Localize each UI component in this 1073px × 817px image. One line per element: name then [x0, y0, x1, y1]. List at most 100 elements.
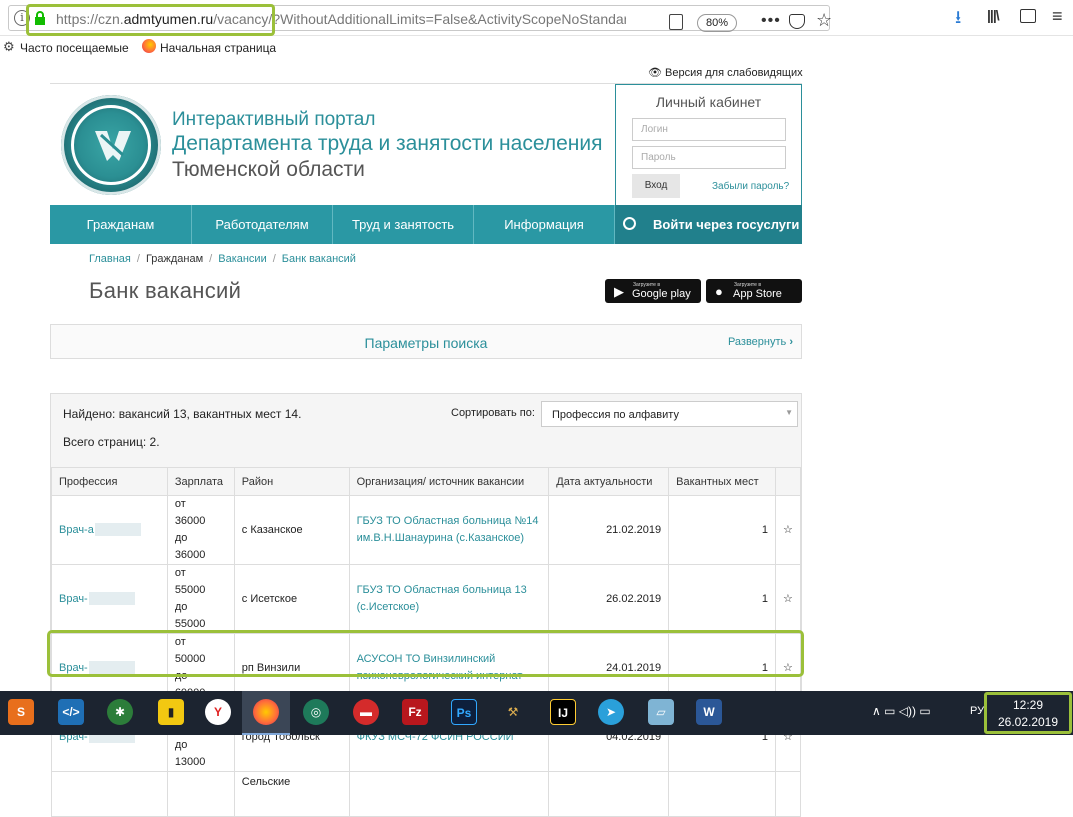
app-icon[interactable]: ▱ [648, 699, 674, 725]
personal-cabinet: Личный кабинет Логин Пароль Вход Забыли … [615, 84, 802, 206]
app-icon[interactable]: ✱ [107, 699, 133, 725]
forgot-password-link[interactable]: Забыли пароль? [712, 181, 789, 192]
google-play-button[interactable]: ▶ Загрузите в Google play [605, 279, 701, 303]
app-store-button[interactable]: ● Загрузите в App Store [706, 279, 802, 303]
vscode-icon[interactable]: </> [58, 699, 84, 725]
search-params-label: Параметры поиска [364, 335, 488, 351]
district-cell: с Казанское [233, 495, 350, 565]
col-places[interactable]: Вакантных мест [668, 467, 776, 496]
library-icon[interactable]: |||\ [987, 7, 1000, 23]
col-organization[interactable]: Организация/ источник вакансии [348, 467, 550, 496]
table-row: Врач- от55000 до55000 с Исетское ГБУЗ ТО … [51, 564, 802, 634]
chevron-down-icon: ▼ [785, 408, 793, 417]
firefox-icon [142, 39, 156, 53]
gosuslugi-icon [623, 217, 636, 230]
expand-link[interactable]: Развернуть › [728, 336, 793, 348]
breadcrumb: Главная / Гражданам / Вакансии / Банк вакансий [89, 253, 356, 265]
apple-icon: ● [715, 284, 723, 299]
nav-employers[interactable]: Работодателям [192, 205, 333, 244]
chevron-right-icon: › [789, 336, 793, 348]
zoom-level[interactable]: 80% [697, 14, 737, 32]
word-icon[interactable]: W [696, 699, 722, 725]
pocket-icon[interactable] [789, 14, 805, 29]
favorite-star-icon[interactable]: ☆ [774, 564, 802, 634]
clock-date: 26.02.2019 [997, 715, 1059, 729]
salary-cell: от36000 до36000 [166, 495, 235, 565]
portal-title-line2: Департамента труда и занятости населения [172, 132, 603, 155]
row-highlight-annotation [47, 630, 804, 677]
col-favorite [774, 467, 802, 496]
places-cell: 1 [668, 495, 776, 565]
district-cell: Сельские [233, 771, 350, 817]
logo-mark-icon [95, 131, 131, 161]
sidebar-icon[interactable] [1020, 9, 1036, 23]
page-title: Банк вакансий [89, 278, 242, 303]
pages-count: Всего страниц: 2. [63, 435, 160, 449]
col-date[interactable]: Дата актуальности [548, 467, 670, 496]
yandex-icon[interactable]: Y [205, 699, 231, 725]
url-highlight-annotation [26, 4, 275, 36]
gosuslugi-login-button[interactable]: Войти через госуслуги [615, 205, 802, 244]
sort-select[interactable]: Профессия по алфавиту ▼ [541, 401, 798, 427]
bookmark-star-icon[interactable]: ☆ [816, 10, 832, 31]
places-cell: 1 [668, 564, 776, 634]
chat-icon[interactable]: ▬ [353, 699, 379, 725]
gosuslugi-label: Войти через госуслуги [653, 217, 800, 232]
password-field[interactable]: Пароль [632, 146, 786, 169]
system-tray-icons[interactable]: ∧ ▭ ◁)) ▭ [872, 704, 931, 718]
search-params-panel[interactable]: Параметры поиска Развернуть › [50, 324, 802, 359]
browser-toolbar: i https://czn.admtyumen.ru/vacancy/?With… [0, 0, 1073, 36]
more-actions-icon[interactable]: ••• [761, 12, 781, 30]
telegram-icon[interactable]: ➤ [598, 699, 624, 725]
nav-info[interactable]: Информация [474, 205, 615, 244]
profession-link[interactable]: Врач-а [59, 523, 141, 537]
firefox-taskbar-icon[interactable] [253, 699, 279, 725]
photoshop-icon[interactable]: Ps [451, 699, 477, 725]
gear-icon: ⚙ [3, 39, 15, 54]
organization-link[interactable]: ГБУЗ ТО Областная больница 13 (с.Исетско… [357, 584, 527, 613]
clock-time: 12:29 [1012, 698, 1044, 712]
intellij-icon[interactable]: IJ [550, 699, 576, 725]
col-profession[interactable]: Профессия [51, 467, 168, 496]
col-salary[interactable]: Зарплата [166, 467, 235, 496]
organization-link[interactable]: ГБУЗ ТО Областная больница №14 им.В.Н.Ша… [357, 515, 539, 544]
table-header-row: Профессия Зарплата Район Организация/ ис… [51, 467, 802, 496]
salary-cell: от55000 до55000 [166, 564, 235, 634]
bookmarks-toolbar: ⚙ Часто посещаемые Начальная страница [0, 36, 1073, 58]
breadcrumb-home[interactable]: Главная [89, 253, 131, 265]
breadcrumb-citizens[interactable]: Гражданам [146, 253, 203, 265]
hamburger-menu-icon[interactable]: ≡ [1052, 6, 1063, 27]
nav-citizens[interactable]: Гражданам [50, 205, 192, 244]
login-button[interactable]: Вход [632, 174, 680, 198]
filezilla-icon[interactable]: Fz [402, 699, 428, 725]
breadcrumb-vacancies[interactable]: Вакансии [218, 253, 267, 265]
col-district[interactable]: Район [233, 467, 350, 496]
taskbar: S </> ✱ ▮ Y ◎ ▬ Fz Ps ⚒ IJ ➤ ▱ W ∧ ▭ ◁))… [0, 691, 1073, 735]
powerbi-icon[interactable]: ▮ [158, 699, 184, 725]
low-vision-link[interactable]: 👁 Версия для слабовидящих [648, 66, 803, 79]
reader-view-icon[interactable] [669, 14, 683, 30]
portal-title-line1: Интерактивный портал [172, 109, 376, 130]
found-count: Найдено: вакансий 13, вакантных мест 14. [63, 407, 302, 421]
table-row: Сельские [51, 771, 802, 817]
login-field[interactable]: Логин [632, 118, 786, 141]
portal-title-line3: Тюменской области [172, 158, 365, 181]
favorite-star-icon[interactable]: ☆ [774, 495, 802, 565]
ccleaner-icon[interactable]: ⚒ [500, 699, 526, 725]
district-cell: с Исетское [233, 564, 350, 634]
bookmark-home[interactable]: Начальная страница [160, 41, 276, 55]
table-row: Врач-а от36000 до36000 с Казанское ГБУЗ Т… [51, 495, 802, 565]
download-icon[interactable]: ⭳ [955, 5, 961, 35]
bookmark-frequent[interactable]: Часто посещаемые [20, 41, 129, 55]
breadcrumb-bank[interactable]: Банк вакансий [282, 253, 356, 265]
main-nav: Гражданам Работодателям Труд и занятость… [50, 205, 802, 244]
clock[interactable]: 12:29 26.02.2019 [984, 692, 1072, 734]
app-icon[interactable]: ◎ [303, 699, 329, 725]
date-cell: 21.02.2019 [548, 495, 670, 565]
google-play-icon: ▶ [614, 284, 624, 299]
nav-labor[interactable]: Труд и занятость [333, 205, 474, 244]
profession-link[interactable]: Врач- [59, 592, 135, 606]
sort-label: Сортировать по: [451, 407, 535, 419]
eye-icon: 👁 [648, 67, 662, 79]
sublime-icon[interactable]: S [8, 699, 34, 725]
